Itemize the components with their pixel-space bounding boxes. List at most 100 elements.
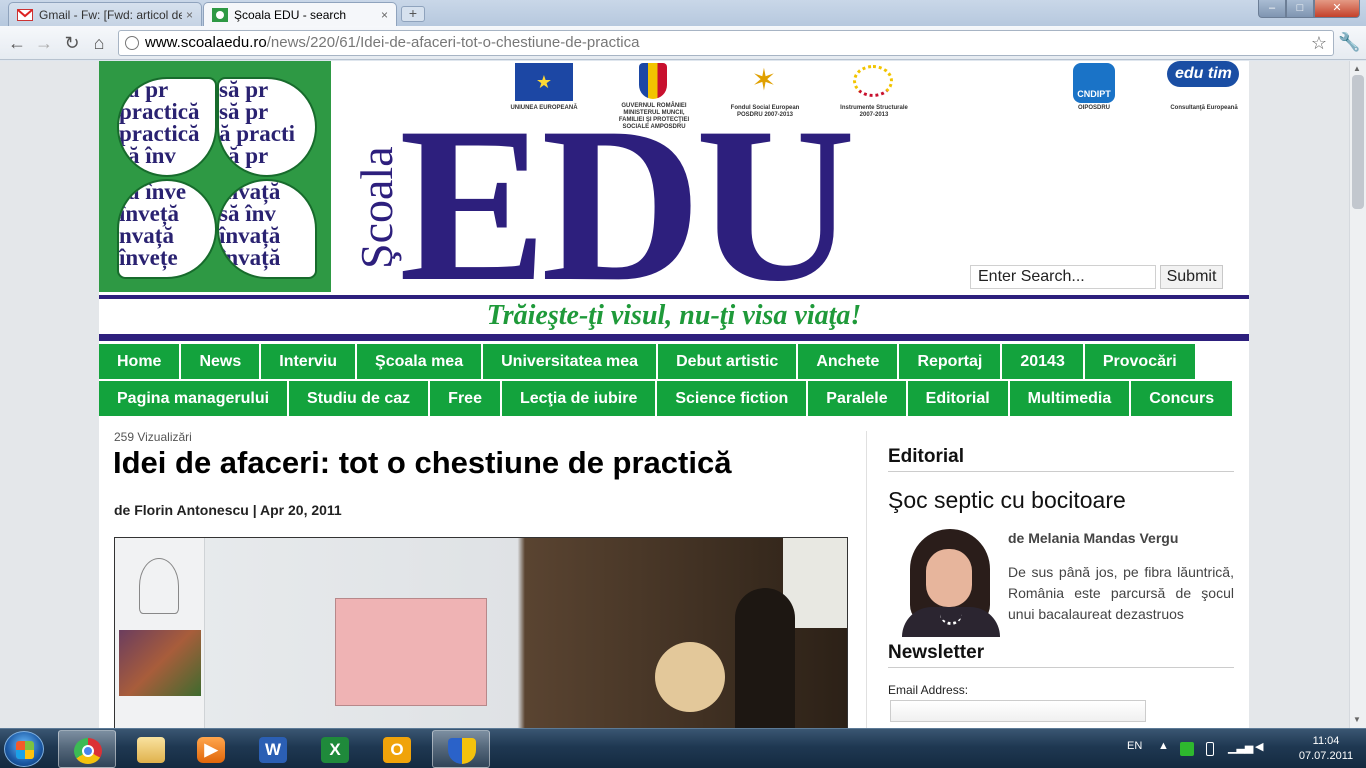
nav-pagina-managerului[interactable]: Pagina managerului xyxy=(99,381,288,416)
article-byline: de Florin Antonescu | Apr 20, 2011 xyxy=(114,502,342,518)
nav-studiu-de-caz[interactable]: Studiu de caz xyxy=(289,381,429,416)
system-clock[interactable]: 11:04 07.07.2011 xyxy=(1296,734,1356,764)
bookmark-star-icon[interactable]: ☆ xyxy=(1311,31,1327,55)
person-silhouette xyxy=(735,588,795,728)
nav-multimedia[interactable]: Multimedia xyxy=(1009,381,1130,416)
nav-news[interactable]: News xyxy=(181,344,260,379)
newsletter-heading: Newsletter xyxy=(888,642,985,663)
main-nav-row-1: Home News Interviu Şcoala mea Universita… xyxy=(99,344,1197,379)
windows-logo-icon xyxy=(16,741,34,759)
clover-logo[interactable]: să pr practică practică să înv să pr să … xyxy=(99,61,331,292)
pink-poster xyxy=(335,598,487,706)
taskbar-word[interactable]: W xyxy=(244,730,302,768)
home-icon[interactable]: ⌂ xyxy=(88,32,110,54)
forward-icon[interactable]: → xyxy=(33,32,55,54)
address-bar[interactable]: www.scoalaedu.ro/news/220/61/Idei-de-afa… xyxy=(118,30,1334,56)
brand-scoala: Şcoala xyxy=(351,146,402,270)
volume-icon[interactable]: ◀ xyxy=(1255,740,1263,753)
nav-provocari[interactable]: Provocări xyxy=(1084,344,1195,379)
shield-icon xyxy=(448,738,476,764)
clover-word: să pr xyxy=(119,77,169,102)
nav-free[interactable]: Free xyxy=(430,381,500,416)
scroll-thumb[interactable] xyxy=(1352,75,1364,209)
nav-20143[interactable]: 20143 xyxy=(1002,344,1083,379)
article-title: Idei de afaceri: tot o chestiune de prac… xyxy=(113,445,732,480)
clover-word: învețe xyxy=(119,245,178,270)
nav-debut-artistic[interactable]: Debut artistic xyxy=(658,344,797,379)
clock-date: 07.07.2011 xyxy=(1298,750,1354,762)
scoala-edu-favicon xyxy=(212,7,228,22)
editorial-heading: Editorial xyxy=(888,446,965,467)
close-window-button[interactable]: ✕ xyxy=(1314,0,1360,18)
email-field[interactable] xyxy=(890,700,1146,722)
show-hidden-icons-icon[interactable]: ▲ xyxy=(1158,740,1169,752)
clover-word: învață xyxy=(219,245,281,270)
reload-icon[interactable]: ↻ xyxy=(61,32,83,54)
scroll-down-icon[interactable]: ▼ xyxy=(1353,715,1361,724)
nav-interviu[interactable]: Interviu xyxy=(261,344,356,379)
search-input[interactable]: Enter Search... xyxy=(970,265,1156,289)
page-viewport: să pr practică practică să înv să pr să … xyxy=(0,61,1349,728)
nav-reportaj[interactable]: Reportaj xyxy=(899,344,1001,379)
excel-icon: X xyxy=(321,737,349,763)
clover-word: înveță xyxy=(119,201,180,226)
taskbar-outlook[interactable]: O xyxy=(368,730,426,768)
new-tab-button[interactable]: + xyxy=(401,6,425,22)
cndipt-logo: CNDIPT xyxy=(1073,63,1115,103)
clover-word: să pr xyxy=(219,143,269,168)
language-indicator[interactable]: EN xyxy=(1127,740,1142,752)
clock-time: 11:04 xyxy=(1312,735,1340,747)
clover-leaf: învață să înv învață învață xyxy=(217,179,317,279)
clover-word: ă practi xyxy=(219,121,296,146)
window-controls: – □ ✕ xyxy=(1258,0,1360,18)
tab-label: Gmail - Fw: [Fwd: articol de xyxy=(39,7,182,22)
tab-scoala-edu[interactable]: Şcoala EDU - search × xyxy=(203,2,397,26)
poster-collage xyxy=(119,630,201,696)
scroll-up-icon[interactable]: ▲ xyxy=(1353,64,1361,73)
back-icon[interactable]: ← xyxy=(6,32,28,54)
page-scrollbar[interactable]: ▲ ▼ xyxy=(1349,61,1366,728)
clover-word: nvață xyxy=(119,223,174,248)
tab-gmail[interactable]: Gmail - Fw: [Fwd: articol de × xyxy=(8,2,202,26)
signal-icon[interactable]: ▁▃▅ xyxy=(1228,741,1253,754)
tab-close-icon[interactable]: × xyxy=(381,8,388,22)
taskbar-chrome[interactable] xyxy=(58,730,116,768)
search-submit-button[interactable]: Submit xyxy=(1160,265,1223,289)
battery-icon[interactable] xyxy=(1206,742,1214,756)
edutim-logo: edu tim xyxy=(1167,61,1239,87)
media-player-icon: ▶ xyxy=(197,737,225,763)
eu-flag-icon: ★ xyxy=(515,63,573,101)
url-path: /news/220/61/Idei-de-afaceri-tot-o-chest… xyxy=(266,34,640,51)
author-portrait[interactable] xyxy=(902,527,1000,637)
nav-concurs[interactable]: Concurs xyxy=(1131,381,1233,416)
romania-coat-of-arms-icon xyxy=(639,63,667,99)
instrumente-structurale-icon xyxy=(853,65,893,97)
minimize-button[interactable]: – xyxy=(1258,0,1286,18)
taskbar-excel[interactable]: X xyxy=(306,730,364,768)
network-status-icon[interactable] xyxy=(1180,742,1194,756)
nav-science-fiction[interactable]: Science fiction xyxy=(657,381,807,416)
page-info-icon[interactable] xyxy=(125,36,139,50)
heading-rule xyxy=(888,471,1234,472)
start-button[interactable] xyxy=(4,731,44,767)
nav-universitatea-mea[interactable]: Universitatea mea xyxy=(483,344,657,379)
nav-anchete[interactable]: Anchete xyxy=(798,344,898,379)
logo-caption: Instrumente Structurale 2007-2013 xyxy=(840,105,908,118)
article-photo[interactable] xyxy=(114,537,848,728)
nav-lectia-de-iubire[interactable]: Lecţia de iubire xyxy=(501,381,656,416)
taskbar-security[interactable] xyxy=(432,730,490,768)
clover-word: să pr xyxy=(219,77,269,102)
girl-head xyxy=(655,642,725,712)
nav-home[interactable]: Home xyxy=(99,344,180,379)
tab-close-icon[interactable]: × xyxy=(186,8,193,22)
site-container: să pr practică practică să înv să pr să … xyxy=(99,61,1249,728)
nav-editorial[interactable]: Editorial xyxy=(907,381,1008,416)
nav-paralele[interactable]: Paralele xyxy=(808,381,906,416)
editorial-title-link[interactable]: Şoc septic cu bocitoare xyxy=(888,487,1126,514)
nav-scoala-mea[interactable]: Şcoala mea xyxy=(357,344,482,379)
maximize-button[interactable]: □ xyxy=(1286,0,1314,18)
taskbar-media[interactable]: ▶ xyxy=(182,730,240,768)
taskbar-explorer[interactable] xyxy=(122,730,180,768)
logo-caption: Consultanţă Europeană xyxy=(1170,105,1238,111)
wrench-menu-icon[interactable]: 🔧 xyxy=(1338,32,1360,53)
